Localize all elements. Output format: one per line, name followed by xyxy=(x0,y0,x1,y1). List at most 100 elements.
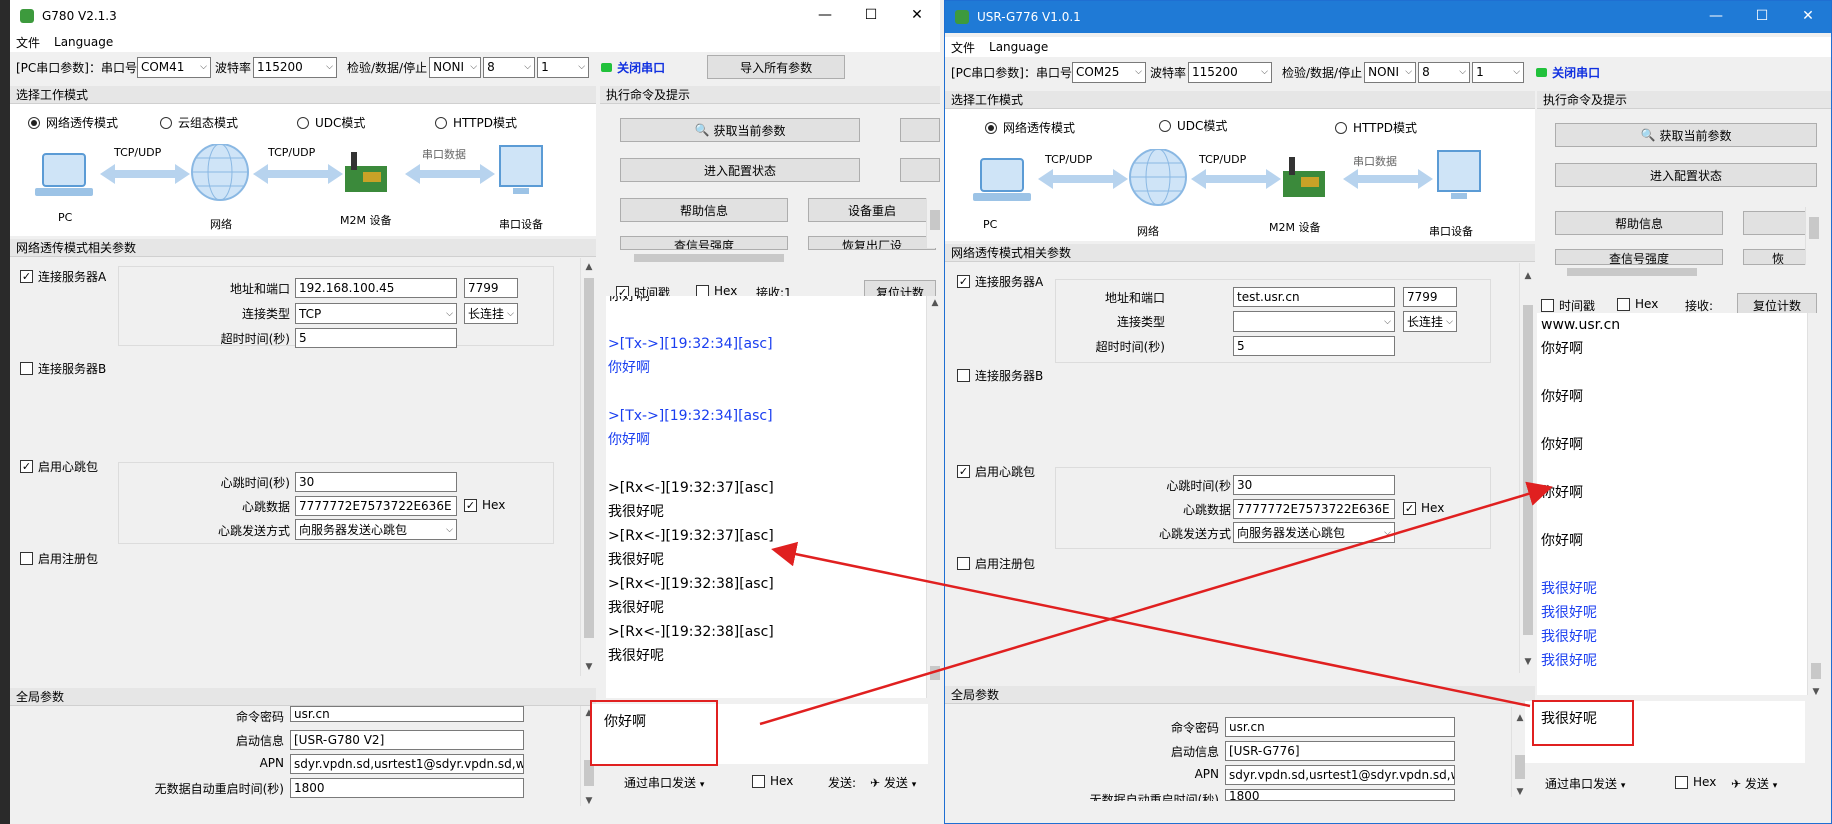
help-button[interactable]: 帮助信息 xyxy=(620,198,788,222)
maximize-icon[interactable]: ☐ xyxy=(1739,1,1785,33)
minimize-icon[interactable]: — xyxy=(802,0,848,32)
send-hex-checkbox[interactable]: Hex xyxy=(1675,775,1716,789)
mode-httpd[interactable]: HTTPD模式 xyxy=(1335,119,1417,136)
port-select[interactable]: COM25 ⌵ xyxy=(1071,61,1146,83)
databits-select[interactable]: 8 ⌵ xyxy=(483,56,536,78)
send-via-select[interactable]: 通过串口发送 ▾ xyxy=(624,774,704,791)
get-params-button[interactable]: 🔍 获取当前参数 xyxy=(1555,123,1817,147)
timeout-input[interactable]: 5 xyxy=(1233,336,1395,356)
hex-checkbox[interactable]: Hex xyxy=(1617,297,1658,311)
menu-language[interactable]: Language xyxy=(54,35,113,49)
cmd-pwd-input[interactable]: usr.cn xyxy=(1225,717,1455,737)
params-scrollbar[interactable]: ▲ ▼ xyxy=(580,258,596,676)
conn-mode-select[interactable]: 长连挂 ⌵ xyxy=(1403,311,1457,332)
enter-config-button[interactable]: 进入配置状态 xyxy=(620,158,860,182)
mode-udc[interactable]: UDC模式 xyxy=(1159,117,1227,134)
receive-terminal[interactable]: www.usr.cn 你好啊 你好啊 你好啊 你好啊 你好啊 我很好呢 我很好呢 我很好呢 我很好… xyxy=(1537,313,1807,697)
hb-time-input[interactable]: 30 xyxy=(1233,475,1395,495)
cmd-hscroll[interactable] xyxy=(1547,265,1827,279)
addr-input[interactable]: test.usr.cn xyxy=(1233,287,1395,307)
factory-button[interactable]: 恢复出厂设 xyxy=(808,236,936,250)
port-input[interactable]: 7799 xyxy=(464,278,518,298)
mode-transparent[interactable]: 网络透传模式 xyxy=(985,119,1075,136)
cmd-vscroll[interactable] xyxy=(926,198,940,248)
restart-input[interactable]: 1800 xyxy=(290,778,524,798)
send-hex-checkbox[interactable]: Hex xyxy=(752,774,793,788)
mode-httpd[interactable]: HTTPD模式 xyxy=(435,114,517,131)
minimize-icon[interactable]: — xyxy=(1693,1,1739,33)
parity-select[interactable]: NONI ⌵ xyxy=(429,56,482,78)
hb-data-input[interactable]: 7777772E7573722E636E xyxy=(295,496,457,516)
maximize-icon[interactable]: ☐ xyxy=(848,0,894,32)
stopbits-select[interactable]: 1 ⌵ xyxy=(537,56,590,78)
stopbits-select[interactable]: 1 ⌵ xyxy=(1472,61,1525,83)
help-button[interactable]: 帮助信息 xyxy=(1555,211,1723,235)
params-scrollbar[interactable]: ▲ ▼ xyxy=(1519,263,1535,673)
addr-input[interactable]: 192.168.100.45 xyxy=(295,278,457,298)
menu-file[interactable]: 文件 xyxy=(951,39,975,56)
hb-hex-checkbox[interactable]: ✓ Hex xyxy=(464,498,505,512)
port-select[interactable]: COM41 ⌵ xyxy=(136,56,211,78)
boot-input[interactable]: [USR-G776] xyxy=(1225,741,1455,761)
menu-file[interactable]: 文件 xyxy=(16,34,40,51)
send-button[interactable]: ✈ 发送 ▾ xyxy=(870,774,916,791)
apn-label: APN xyxy=(1194,767,1219,781)
receive-terminal[interactable]: 你好啊 >[Tx->][19:32:34][asc] 你好啊 >[Tx->][19:3… xyxy=(606,296,926,702)
apn-input[interactable]: sdyr.vpdn.sd,usrtest1@sdyr.vpdn.sd,www xyxy=(1225,765,1455,785)
close-serial-button[interactable]: 关闭串口 xyxy=(1536,64,1600,81)
hb-hex-checkbox[interactable]: ✓ Hex xyxy=(1403,501,1444,515)
close-icon[interactable]: ✕ xyxy=(894,0,940,32)
terminal-scrollbar[interactable]: ▼ xyxy=(1807,313,1823,697)
cmd-extra-button[interactable] xyxy=(1743,211,1813,235)
heartbeat-checkbox[interactable]: ✓ 启用心跳包 xyxy=(20,458,98,475)
cmd-pwd-input[interactable]: usr.cn xyxy=(290,706,524,722)
title-bar[interactable]: G780 V2.1.3 — ☐ ✕ xyxy=(10,0,940,32)
factory-button[interactable]: 恢 xyxy=(1743,249,1813,265)
signal-button[interactable]: 查信号强度 xyxy=(1555,249,1723,265)
cmd-hscroll[interactable] xyxy=(614,251,934,265)
close-serial-button[interactable]: 关闭串口 xyxy=(601,59,665,76)
apn-input[interactable]: sdyr.vpdn.sd,usrtest1@sdyr.vpdn.sd,www xyxy=(290,754,524,774)
hb-time-input[interactable]: 30 xyxy=(295,472,457,492)
restart-input[interactable]: 1800 xyxy=(1225,789,1455,801)
title-bar[interactable]: USR-G776 V1.0.1 — ☐ ✕ xyxy=(945,1,1831,33)
cmd-extra-button-2[interactable] xyxy=(900,158,940,182)
server-a-checkbox[interactable]: ✓ 连接服务器A xyxy=(20,268,106,285)
hb-data-input[interactable]: 7777772E7573722E636E xyxy=(1233,499,1395,519)
parity-select[interactable]: NONI ⌵ xyxy=(1364,61,1417,83)
server-a-checkbox[interactable]: ✓ 连接服务器A xyxy=(957,273,1043,290)
hb-method-select[interactable]: 向服务器发送心跳包 ⌵ xyxy=(1233,522,1395,543)
conn-type-select[interactable]: ⌵ xyxy=(1233,311,1395,332)
cmd-vscroll[interactable] xyxy=(1805,207,1821,265)
send-toolbar: 通过串口发送 ▾ Hex ✈ 发送 ▾ xyxy=(1525,771,1831,797)
cmd-extra-button-1[interactable] xyxy=(900,118,940,142)
send-via-select[interactable]: 通过串口发送 ▾ xyxy=(1545,775,1625,792)
timeout-input[interactable]: 5 xyxy=(295,328,457,348)
terminal-scrollbar[interactable]: ▲ xyxy=(926,296,940,702)
signal-button[interactable]: 查信号强度 xyxy=(620,236,788,250)
port-input[interactable]: 7799 xyxy=(1403,287,1457,307)
close-icon[interactable]: ✕ xyxy=(1785,1,1831,33)
enter-config-button[interactable]: 进入配置状态 xyxy=(1555,163,1817,187)
register-checkbox[interactable]: 启用注册包 xyxy=(957,555,1035,572)
timestamp-checkbox[interactable]: 时间戳 xyxy=(1541,297,1595,314)
baud-select[interactable]: 115200 ⌵ xyxy=(1188,61,1272,83)
heartbeat-checkbox[interactable]: ✓ 启用心跳包 xyxy=(957,463,1035,480)
import-params-button[interactable]: 导入所有参数 xyxy=(707,55,846,79)
server-b-checkbox[interactable]: 连接服务器B xyxy=(957,367,1043,384)
restart-button[interactable]: 设备重启 xyxy=(808,198,936,222)
hb-method-select[interactable]: 向服务器发送心跳包 ⌵ xyxy=(295,519,457,540)
conn-mode-select[interactable]: 长连挂 ⌵ xyxy=(464,303,518,324)
mode-udc[interactable]: UDC模式 xyxy=(297,114,365,131)
mode-cloud[interactable]: 云组态模式 xyxy=(160,114,238,131)
get-params-button[interactable]: 🔍 获取当前参数 xyxy=(620,118,860,142)
send-button[interactable]: ✈ 发送 ▾ xyxy=(1731,775,1777,792)
baud-select[interactable]: 115200 ⌵ xyxy=(253,56,337,78)
menu-language[interactable]: Language xyxy=(989,40,1048,54)
boot-input[interactable]: [USR-G780 V2] xyxy=(290,730,524,750)
conn-type-select[interactable]: TCP ⌵ xyxy=(295,303,457,324)
databits-select[interactable]: 8 ⌵ xyxy=(1418,61,1471,83)
mode-transparent[interactable]: 网络透传模式 xyxy=(28,114,118,131)
register-checkbox[interactable]: 启用注册包 xyxy=(20,550,98,567)
server-b-checkbox[interactable]: 连接服务器B xyxy=(20,360,106,377)
